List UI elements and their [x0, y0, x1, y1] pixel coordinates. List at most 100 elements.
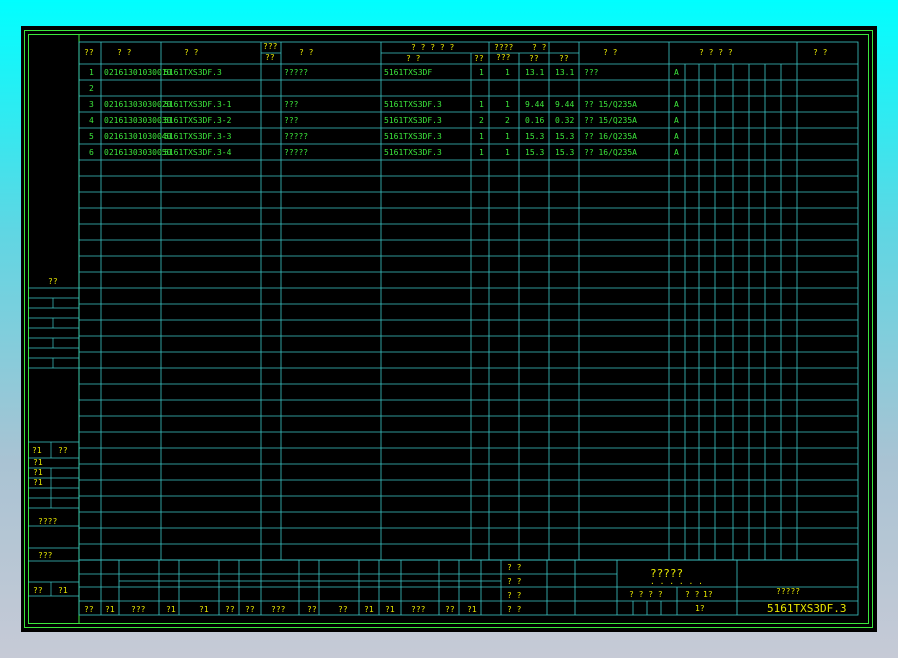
header-material: ? ?	[603, 48, 618, 57]
header-qty-group-2: ???	[496, 53, 511, 62]
cell-no: 5	[89, 132, 94, 141]
cell-no: 3	[89, 100, 94, 109]
cell-code: 02161303030030	[104, 116, 172, 125]
cell-w1: 9.44	[525, 100, 544, 109]
cell-w2: 15.3	[555, 132, 574, 141]
document-subtitle: . . . . . .	[650, 577, 703, 586]
cell-q1: 1	[479, 68, 484, 77]
cell-material: ?? 16/Q235A	[584, 132, 637, 141]
cell-ref: 5161TXS3DF	[384, 68, 432, 77]
header-no: ??	[84, 48, 94, 57]
stage-3: ? ?	[507, 591, 522, 600]
stage-2: ? ?	[507, 577, 522, 586]
cell-w2: 15.3	[555, 148, 574, 157]
cell-q2: 1	[505, 100, 510, 109]
header-name: ? ?	[299, 48, 314, 57]
sig-label-9: ??	[307, 605, 317, 614]
cell-code: 02161301030010	[104, 68, 172, 77]
sig-label-4: ?1	[166, 605, 176, 614]
cell-ref: 5161TXS3DF.3	[384, 148, 442, 157]
cell-drawing: 5161TXS3DF.3	[164, 68, 222, 77]
cell-material: ?? 16/Q235A	[584, 148, 637, 157]
sheet-total: 1?	[703, 590, 713, 599]
left-label-e: ?1	[33, 478, 43, 487]
cell-grade: A	[674, 132, 679, 141]
table-row: 2	[89, 84, 94, 93]
cell-grade: A	[674, 116, 679, 125]
cell-ref: 5161TXS3DF.3	[384, 100, 442, 109]
left-label-a: ?1	[32, 446, 42, 455]
table-header: ?? ? ? ? ? ??? ?? ? ? ? ? ? ? ? ? ? ?? ?…	[84, 42, 828, 63]
cell-drawing: 5161TXS3DF.3-3	[164, 132, 232, 141]
cell-grade: A	[674, 100, 679, 109]
cell-ref: 5161TXS3DF.3	[384, 132, 442, 141]
cell-name: ?????	[284, 148, 308, 157]
sig-label-5: ?1	[199, 605, 209, 614]
cell-name: ???	[284, 100, 299, 109]
table-row: 1 021613010300105161TXS3DF.3????? 5161TXS3…	[89, 68, 679, 77]
cell-code: 02161303030050	[104, 148, 172, 157]
cell-name: ?????	[284, 68, 308, 77]
cell-code: 02161301030040	[104, 132, 172, 141]
table-row: 4 021613030300305161TXS3DF.3-2??? 5161TXS3…	[89, 116, 679, 125]
sheet-label: ? ?	[685, 590, 700, 599]
cell-q1: 1	[479, 100, 484, 109]
header-ref-group: ? ? ? ? ?	[411, 43, 455, 52]
cell-q2: 1	[505, 68, 510, 77]
drawing-canvas: ?? ?1 ?? ?1 ?1 ?1 ???? ??? ?? ?1 ?? ? ? …	[24, 30, 873, 628]
header-weight-group: ? ?	[532, 43, 547, 52]
cell-q2: 2	[505, 116, 510, 125]
stage-1: ? ?	[507, 563, 522, 572]
cell-w2: 13.1	[555, 68, 574, 77]
scale-label: ? ? ? ?	[629, 590, 663, 599]
cell-code: 02161303030020	[104, 100, 172, 109]
cell-q2: 1	[505, 148, 510, 157]
sig-label-3: ???	[131, 605, 146, 614]
header-qty-group-1: ????	[494, 43, 513, 52]
sig-label-14: ??	[445, 605, 455, 614]
stage-4: ? ?	[507, 605, 522, 614]
left-label-f: ????	[38, 517, 57, 526]
sig-label-11: ?1	[364, 605, 374, 614]
sig-label-6: ??	[225, 605, 235, 614]
sig-label-1: ??	[84, 605, 94, 614]
cell-grade: A	[674, 148, 679, 157]
header-weight-total: ??	[559, 54, 569, 63]
header-ref-qty: ??	[474, 54, 484, 63]
header-weight-unit: ??	[529, 54, 539, 63]
header-ref: ? ?	[406, 54, 421, 63]
cell-w1: 15.3	[525, 132, 544, 141]
sig-label-7: ??	[245, 605, 255, 614]
cell-name: ?????	[284, 132, 308, 141]
left-label-top: ??	[48, 277, 58, 286]
cell-ref: 5161TXS3DF.3	[384, 116, 442, 125]
cell-w2: 9.44	[555, 100, 574, 109]
header-note: ? ?	[813, 48, 828, 57]
cell-drawing: 5161TXS3DF.3-4	[164, 148, 232, 157]
left-label-b: ??	[58, 446, 68, 455]
drawing-sheet: ?? ?1 ?? ?1 ?1 ?1 ???? ??? ?? ?1 ?? ? ? …	[21, 26, 877, 632]
left-label-d: ?1	[33, 468, 43, 477]
cell-name: ???	[284, 116, 299, 125]
cell-no: 2	[89, 84, 94, 93]
cell-no: 4	[89, 116, 94, 125]
left-label-h2: ?1	[58, 586, 68, 595]
header-drawing: ? ?	[184, 48, 199, 57]
left-label-h1: ??	[33, 586, 43, 595]
table-row: 3 021613030300205161TXS3DF.3-1??? 5161TXS3…	[89, 100, 679, 109]
cell-no: 1	[89, 68, 94, 77]
left-label-c: ?1	[33, 458, 43, 467]
header-count-2: ??	[265, 53, 275, 62]
left-strip: ?? ?1 ?? ?1 ?1 ?1 ???? ??? ?? ?1	[28, 34, 80, 623]
cell-material: ?? 15/Q235A	[584, 116, 637, 125]
header-count: ???	[263, 42, 278, 51]
cell-grade: A	[674, 68, 679, 77]
drawing-number: 5161TXS3DF.3	[767, 602, 846, 615]
left-label-g: ???	[38, 551, 53, 560]
header-remark-group: ? ? ? ?	[699, 48, 733, 57]
cell-q2: 1	[505, 132, 510, 141]
cell-drawing: 5161TXS3DF.3-1	[164, 100, 232, 109]
cell-q1: 2	[479, 116, 484, 125]
cell-w2: 0.32	[555, 116, 574, 125]
sheet-no: 1?	[695, 604, 705, 613]
